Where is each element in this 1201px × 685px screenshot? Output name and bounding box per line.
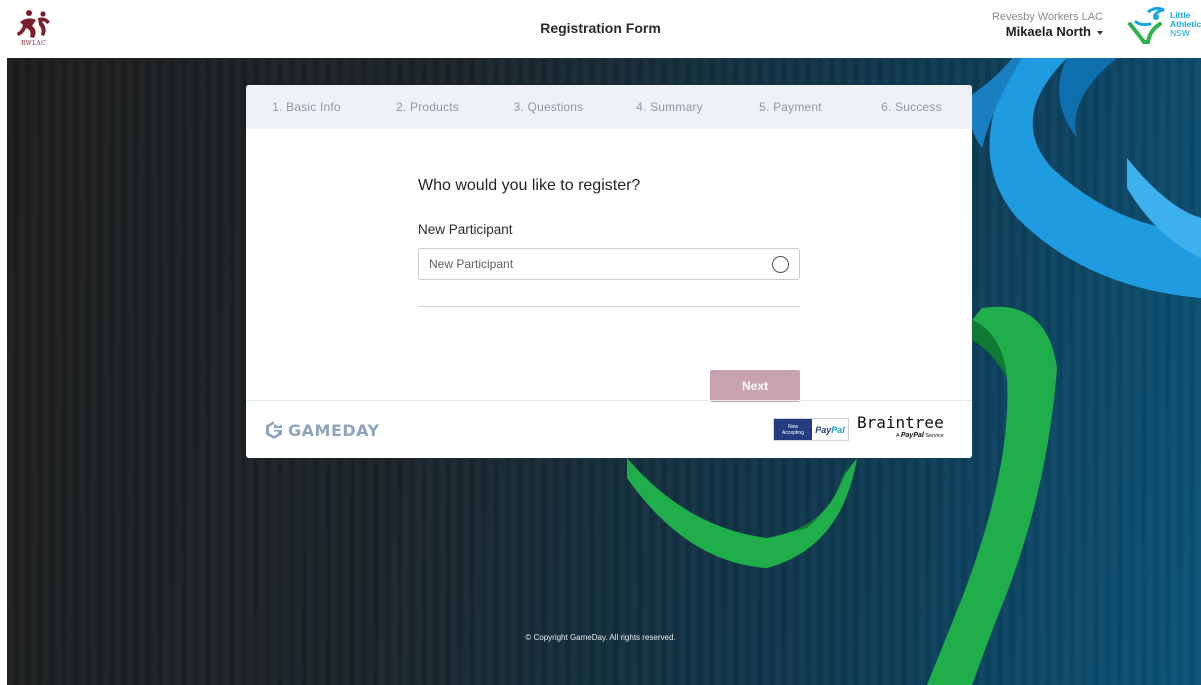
gameday-logo[interactable]: GAMEDAY [265,420,380,440]
braintree-sub-service: Service [925,433,944,439]
paypal-pay-text: Pay [815,424,832,435]
chevron-down-icon[interactable] [1097,31,1103,35]
progress-steps: 1. Basic Info 2. Products 3. Questions 4… [246,85,972,129]
step-questions: 3. Questions [513,100,584,114]
participant-field-label: New Participant [418,222,513,237]
registration-form: Who would you like to register? New Part… [418,129,800,402]
la-line3: NSW [1170,28,1190,38]
step-success: 6. Success [881,100,942,114]
form-question: Who would you like to register? [418,177,641,194]
paypal-accepting-badge: Now Accepting Pay Pal [773,418,849,441]
app-header: RWLAC Registration Form Revesby Workers … [0,0,1201,58]
little-athletics-text: Little Athletics NSW [1170,11,1201,38]
registration-card: 1. Basic Info 2. Products 3. Questions 4… [246,85,972,458]
form-divider [418,306,800,307]
little-athletics-figure-icon [1128,6,1165,44]
braintree-sub-a: A [895,433,900,439]
paypal-pal-text: Pal [831,424,845,435]
user-menu[interactable]: Revesby Workers LAC Mikaela North [992,11,1103,40]
user-name: Mikaela North [1005,24,1091,39]
braintree-name: Braintree [857,413,944,432]
participant-select-value: New Participant [429,257,514,271]
participant-select[interactable]: New Participant [418,248,800,280]
braintree-subtitle: A PayPal Service [857,432,944,440]
radio-circle-icon[interactable] [772,255,789,273]
step-summary: 4. Summary [636,100,703,114]
step-products: 2. Products [396,100,459,114]
paypal-accepting-text: Accepting [782,430,804,436]
braintree-sub-paypal: PayPal [900,432,924,439]
org-name: Revesby Workers LAC [991,11,1103,23]
paypal-now-accepting: Now Accepting [774,419,812,440]
next-button[interactable]: Next [710,370,800,402]
gameday-g-icon [266,421,282,439]
braintree-logo: Braintree A PayPal Service [857,414,944,440]
user-name-toggle[interactable]: Mikaela North [992,24,1103,40]
club-logo-text: RWLAC [21,40,46,47]
paypal-logo: Pay Pal [812,419,848,440]
step-basic-info: 1. Basic Info [272,100,341,114]
copyright-text: © Copyright GameDay. All rights reserved… [525,633,676,642]
gameday-text: GAMEDAY [288,420,380,440]
little-athletics-logo[interactable]: Little Athletics NSW [1126,6,1201,52]
step-payment: 5. Payment [759,100,822,114]
card-footer: GAMEDAY Now Accepting Pay Pal Braintree A… [246,400,972,458]
